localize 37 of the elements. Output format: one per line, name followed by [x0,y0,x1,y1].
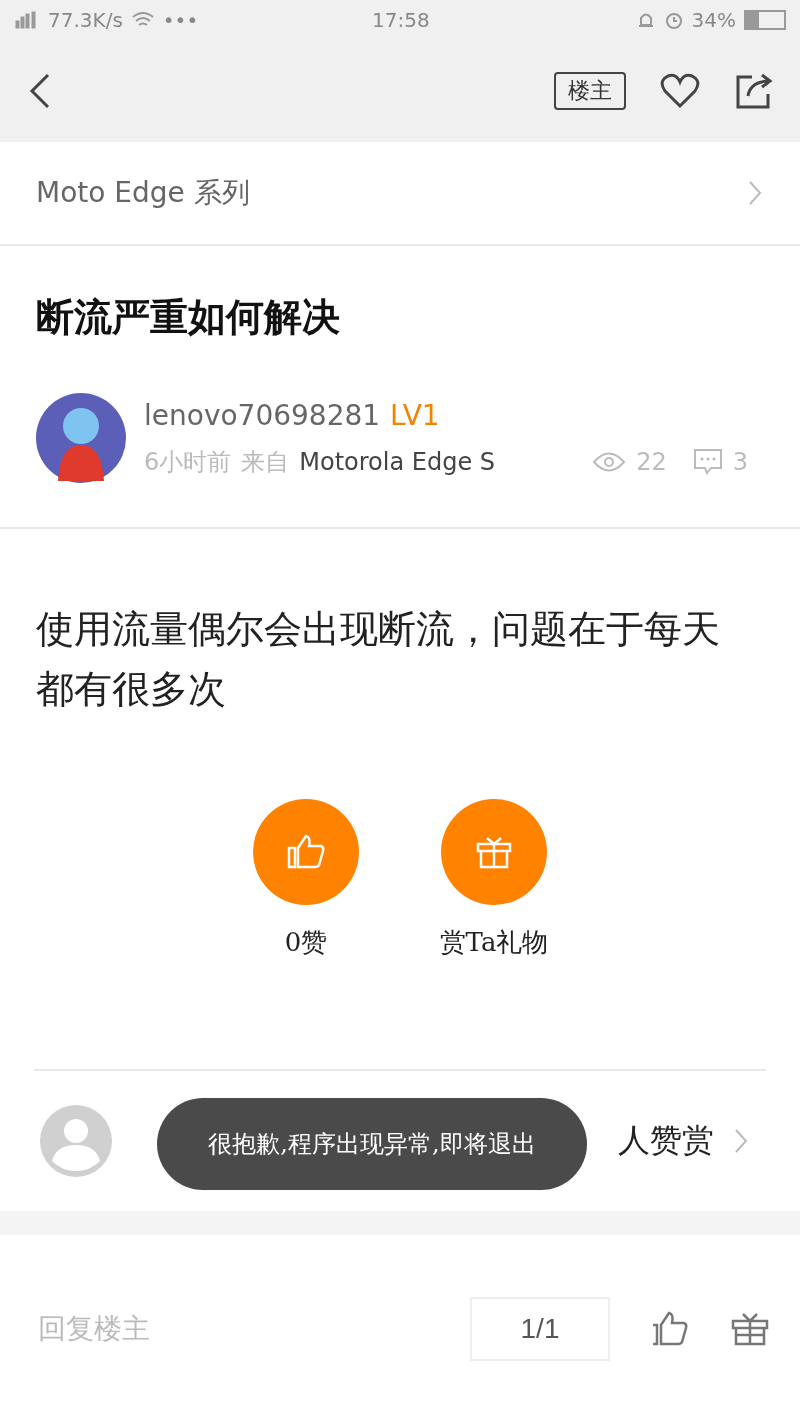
user-level: LV1 [390,398,440,432]
post-body: 使用流量偶尔会出现断流，问题在于每天都有很多次 [36,606,721,713]
gift-icon[interactable] [730,1310,770,1347]
thumbs-up-icon [286,834,326,870]
author-name[interactable]: lenovo70698281 [144,398,381,432]
post-time: 6小时前 [144,446,232,478]
action-label: 0赞 [284,926,328,959]
error-toast: 很抱歉,程序出现异常,即将退出 [157,1098,587,1190]
post-title: 断流严重如何解决 [36,293,341,341]
forum-row[interactable]: Moto Edge 系列 [0,142,800,246]
wifi-icon [130,11,155,29]
source-label: 来自 [241,446,290,478]
eye-icon [592,450,627,473]
comment-count: 3 [732,447,748,476]
gift-icon [475,834,513,870]
device-name: Motorola Edge S [299,447,496,476]
chevron-icon [748,180,762,206]
comment-icon [692,447,723,476]
user-placeholder-icon [40,1105,112,1177]
thumbs-up-icon[interactable] [650,1310,690,1347]
battery-percent: 34% [691,8,736,32]
reward-count: 人赞赏 [618,1120,714,1161]
network-speed: 77.3K/s [48,8,123,32]
chevron-icon [734,1128,748,1154]
page-button[interactable]: 1/1 [470,1296,610,1361]
owner-only-button[interactable]: 楼主 [554,72,626,110]
action-label: 赏Ta礼物 [439,926,549,959]
back-icon[interactable] [28,72,52,110]
heart-icon[interactable] [660,73,700,109]
avatar[interactable] [36,393,126,483]
forum-name: Moto Edge 系列 [36,175,250,211]
more-indicator: ••• [162,8,199,32]
clock: 17:58 [372,8,430,32]
alarm-icon [663,10,684,30]
view-count: 22 [636,447,667,476]
share-icon[interactable] [734,72,774,110]
battery-icon [744,10,786,30]
